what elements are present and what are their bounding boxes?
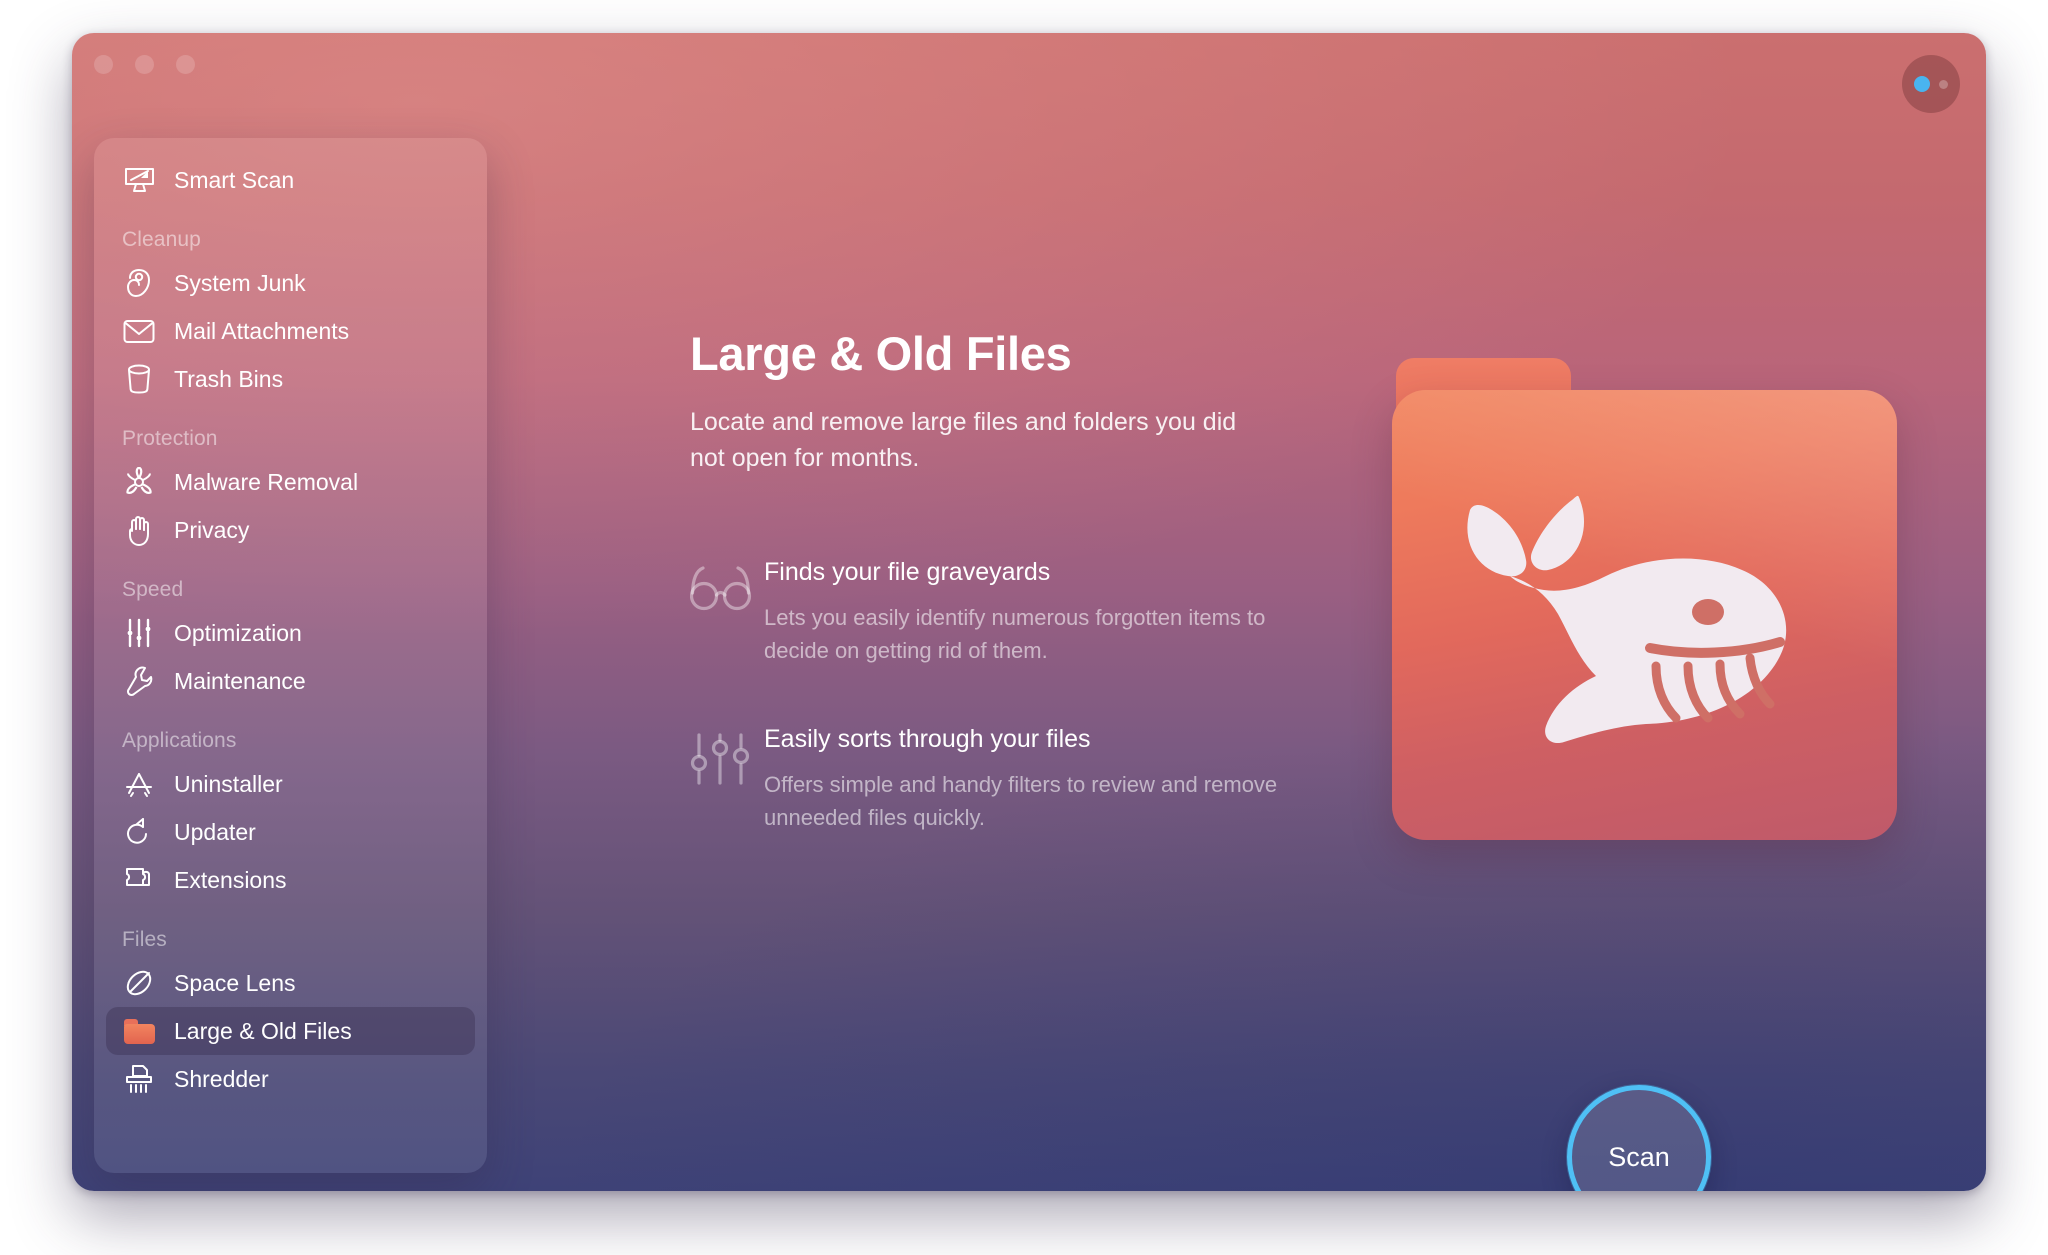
sidebar-item-uninstaller[interactable]: Uninstaller	[106, 760, 475, 808]
sidebar-item-label: System Junk	[174, 269, 306, 296]
app-store-icon	[122, 767, 156, 801]
sidebar-item-label: Uninstaller	[174, 770, 283, 797]
main-content: Large & Old Files Locate and remove larg…	[487, 33, 1986, 1191]
feature-list: Finds your file graveyards Lets you easi…	[690, 558, 1330, 892]
sidebar-section-speed: Speed	[122, 578, 184, 601]
sidebar-item-label: Malware Removal	[174, 468, 359, 495]
sidebar-item-large-and-old-files[interactable]: Large & Old Files	[106, 1007, 475, 1055]
feature-item: Finds your file graveyards Lets you easi…	[690, 558, 1330, 667]
sidebar-item-updater[interactable]: Updater	[106, 808, 475, 856]
sidebar-item-label: Mail Attachments	[174, 317, 350, 344]
sidebar-item-shredder[interactable]: Shredder	[106, 1055, 475, 1103]
sidebar-item-label: Space Lens	[174, 969, 296, 996]
sidebar-item-label: Maintenance	[174, 667, 306, 694]
shredder-icon	[122, 1062, 156, 1096]
sidebar-item-space-lens[interactable]: Space Lens	[106, 959, 475, 1007]
orange-folder-icon	[122, 1014, 156, 1048]
sidebar-item-maintenance[interactable]: Maintenance	[106, 657, 475, 705]
system-junk-icon	[122, 266, 156, 300]
sidebar-section-protection: Protection	[122, 427, 218, 450]
wrench-icon	[122, 664, 156, 698]
feature-body: Lets you easily identify numerous forgot…	[764, 604, 1266, 663]
feature-heading: Easily sorts through your files	[764, 724, 1091, 753]
sidebar-item-system-junk[interactable]: System Junk	[106, 259, 475, 307]
sidebar-item-label: Large & Old Files	[174, 1017, 352, 1044]
hero-block: Large & Old Files Locate and remove larg…	[690, 328, 1310, 476]
close-button[interactable]	[94, 55, 113, 74]
whale-folder-illustration	[1392, 358, 1902, 843]
feature-heading: Finds your file graveyards	[764, 558, 1051, 586]
screen: Large & Old Files Locate and remove larg…	[0, 0, 2048, 1255]
sidebar-item-privacy[interactable]: Privacy	[106, 506, 475, 554]
sidebar-item-smart-scan[interactable]: Smart Scan	[106, 156, 475, 204]
sidebar-section-applications: Applications	[122, 729, 237, 752]
sidebar-item-optimization[interactable]: Optimization	[106, 609, 475, 657]
sidebar-item-mail-attachments[interactable]: Mail Attachments	[106, 307, 475, 355]
feature-body: Offers simple and handy filters to revie…	[764, 771, 1278, 830]
sidebar: Smart Scan Cleanup System Junk Mail Atta…	[94, 138, 487, 1173]
smart-scan-icon	[122, 163, 156, 197]
app-window: Large & Old Files Locate and remove larg…	[72, 33, 1986, 1191]
sidebar-item-label: Smart Scan	[174, 166, 295, 193]
sidebar-item-extensions[interactable]: Extensions	[106, 856, 475, 904]
hand-icon	[122, 513, 156, 547]
sidebar-item-label: Extensions	[174, 866, 287, 893]
page-subtitle: Locate and remove large files and folder…	[690, 407, 1237, 472]
trash-bin-icon	[122, 362, 156, 396]
folder-body-icon	[1392, 390, 1897, 840]
sidebar-item-label: Optimization	[174, 619, 302, 646]
sidebar-item-label: Updater	[174, 818, 256, 845]
sidebar-item-malware-removal[interactable]: Malware Removal	[106, 458, 475, 506]
sidebar-item-label: Shredder	[174, 1065, 269, 1092]
page-title: Large & Old Files	[690, 327, 1072, 380]
sidebar-item-trash-bins[interactable]: Trash Bins	[106, 355, 475, 403]
minimize-button[interactable]	[135, 55, 154, 74]
update-arrow-icon	[122, 815, 156, 849]
sidebar-section-cleanup: Cleanup	[122, 228, 201, 251]
puzzle-piece-icon	[122, 863, 156, 897]
sidebar-section-files: Files	[122, 928, 167, 951]
mail-icon	[122, 314, 156, 348]
space-lens-icon	[122, 966, 156, 1000]
feature-item: Easily sorts through your files Offers s…	[690, 725, 1330, 834]
whale-icon	[1467, 495, 1787, 744]
eyeglasses-icon	[690, 558, 764, 667]
sidebar-item-label: Trash Bins	[174, 365, 284, 392]
filter-sliders-icon	[690, 725, 764, 834]
sliders-icon	[122, 616, 156, 650]
window-controls	[94, 55, 195, 74]
scan-button-label: Scan	[1608, 1141, 1670, 1172]
sidebar-item-label: Privacy	[174, 516, 250, 543]
zoom-button[interactable]	[176, 55, 195, 74]
scan-button[interactable]: Scan	[1567, 1085, 1711, 1191]
biohazard-icon	[122, 465, 156, 499]
